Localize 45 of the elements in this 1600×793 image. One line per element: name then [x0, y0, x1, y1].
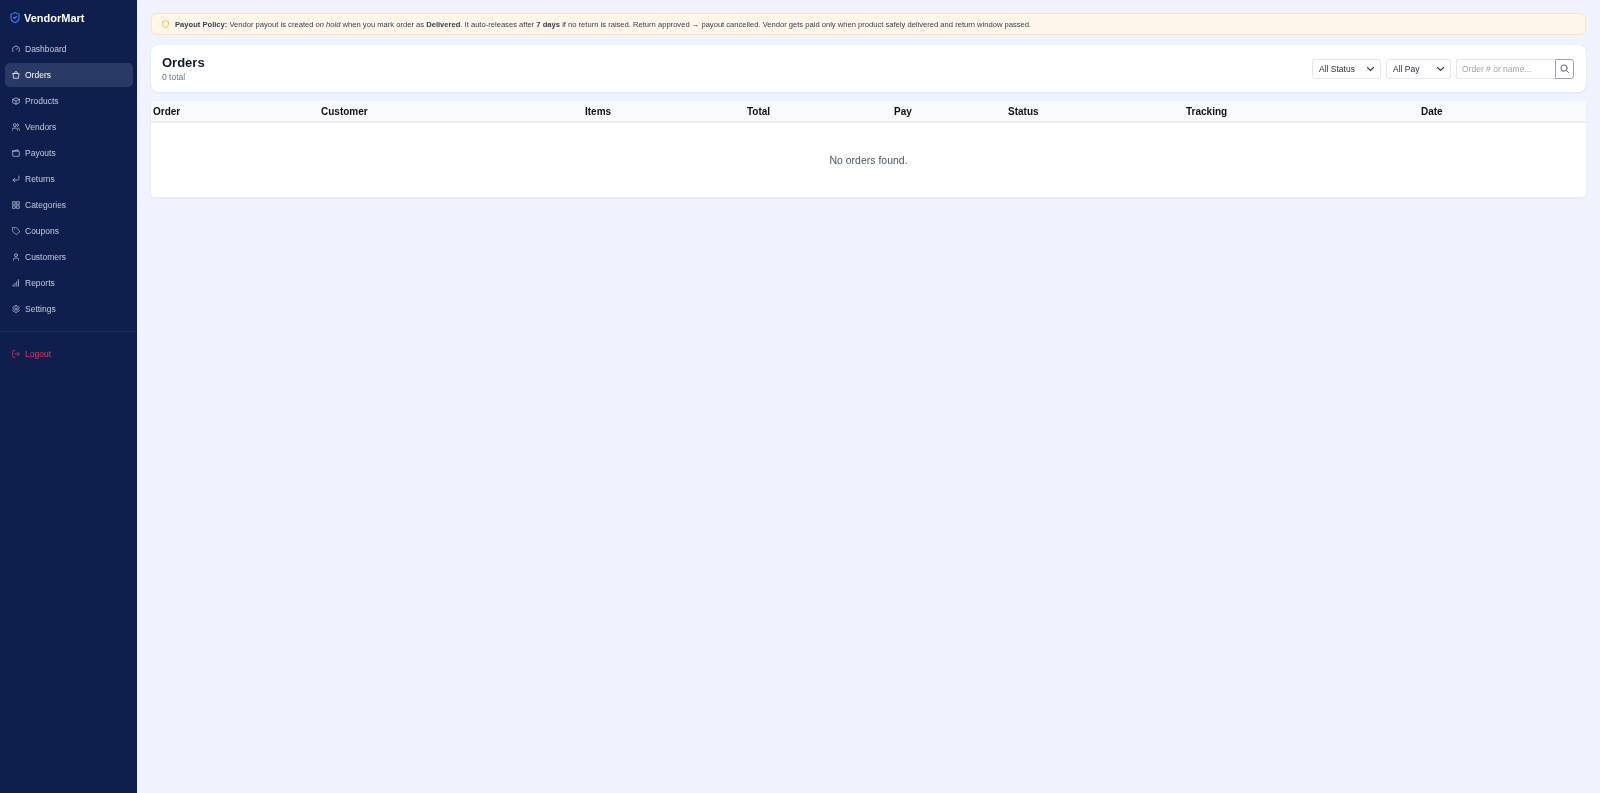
empty-message: No orders found. — [829, 154, 908, 166]
column-header: Items — [585, 105, 612, 117]
sidebar-item[interactable]: Reports — [5, 271, 133, 295]
return-arrow-icon — [12, 175, 20, 183]
sidebar-item[interactable]: Payouts — [5, 141, 133, 165]
sidebar-item[interactable]: Customers — [5, 245, 133, 269]
logout-icon — [12, 350, 20, 358]
shopping-bag-icon — [12, 71, 20, 79]
column-header: Tracking — [1186, 105, 1228, 117]
search-button[interactable] — [1555, 58, 1574, 79]
sidebar-item[interactable]: Products — [5, 89, 133, 113]
column-header: Status — [1008, 105, 1039, 117]
sidebar-item[interactable]: Categories — [5, 193, 133, 217]
logout-link[interactable]: Logout — [5, 342, 133, 366]
tag-icon — [12, 227, 20, 235]
column-header: Pay — [894, 105, 912, 117]
page-title: Orders — [162, 55, 205, 70]
sidebar-item[interactable]: Vendors — [5, 115, 133, 139]
chevron-down-icon — [1437, 66, 1444, 71]
column-header: Total — [747, 105, 771, 117]
sidebar-item[interactable]: Coupons — [5, 219, 133, 243]
gauge-icon — [12, 45, 20, 53]
search-field[interactable]: Order # or name... — [1456, 58, 1555, 79]
settings-icon — [12, 305, 20, 313]
users-icon — [12, 123, 20, 131]
brand-name: VendorMart — [24, 11, 85, 24]
sidebar-item[interactable]: Orders — [5, 63, 133, 87]
box-icon — [12, 97, 20, 105]
user-icon — [12, 253, 20, 261]
sidebar-item[interactable]: Dashboard — [5, 37, 133, 61]
search-icon — [1560, 64, 1569, 73]
filter-dropdown[interactable]: All Pay — [1386, 58, 1451, 79]
chevron-down-icon — [1367, 66, 1374, 71]
order-count: 0 total — [162, 72, 187, 82]
wallet-icon — [12, 149, 20, 157]
grid-icon — [12, 201, 20, 209]
bar-chart-icon — [12, 279, 20, 287]
column-header: Customer — [321, 105, 368, 117]
column-header: Date — [1421, 105, 1443, 117]
column-header: Order — [153, 105, 181, 117]
sidebar-item[interactable]: Returns — [5, 167, 133, 191]
shield-check-icon — [10, 12, 20, 23]
shield-icon — [162, 20, 169, 28]
filter-dropdown[interactable]: All Status — [1312, 58, 1381, 79]
sidebar-item[interactable]: Settings — [5, 297, 133, 321]
